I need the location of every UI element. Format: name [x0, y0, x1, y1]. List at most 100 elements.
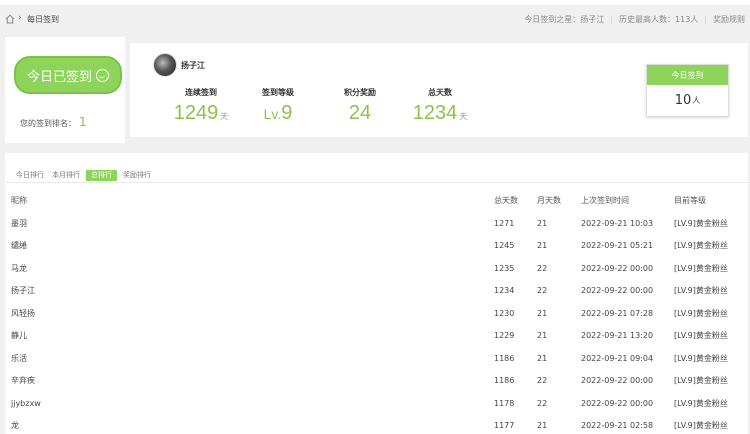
row-nickname[interactable]: 扬子江 [5, 280, 494, 303]
user-stats-panel: 扬子江 连续签到 1249 天 签到等级 Lv.9 积分奖励 24 总天数 123… [130, 43, 748, 137]
row-level: [LV.9]黄金粉丝 [674, 241, 728, 251]
row-month-days: 22 [537, 263, 548, 273]
column-header-total-days: 总天数 [494, 196, 518, 205]
row-nickname[interactable]: 缱绻 [5, 235, 494, 258]
row-level: [LV.9]黄金粉丝 [674, 308, 728, 318]
row-month-days: 21 [537, 308, 548, 318]
table-row: 马龙 1235 22 2022-09-22 00:00 [LV.9]黄金粉丝 [5, 257, 748, 280]
row-total-days: 1178 [494, 398, 515, 408]
signed-button[interactable]: 今日已签到 [14, 56, 122, 94]
breadcrumb-separator-icon: › [18, 13, 22, 23]
stat-value: 1234 天 [410, 102, 470, 125]
breadcrumb-info: 今日签到之星：扬子江 | 历史最高人数：113人 | 奖励规则 [524, 14, 745, 25]
stat-label: 总天数 [428, 88, 452, 97]
row-month-days: 21 [537, 421, 548, 431]
stat-level: 签到等级 Lv.9 [253, 87, 303, 125]
row-total-days: 1229 [494, 331, 515, 341]
divider: | [610, 15, 614, 24]
row-total-days: 1235 [494, 263, 515, 273]
row-last-sign: 2022-09-21 09:04 [581, 353, 654, 363]
row-month-days: 21 [537, 353, 548, 363]
row-month-days: 21 [537, 218, 548, 228]
stat-level-prefix: Lv. [263, 106, 282, 122]
row-last-sign: 2022-09-22 00:00 [581, 263, 654, 273]
divider: | [704, 15, 707, 24]
tab-divider [5, 182, 748, 183]
breadcrumb-title[interactable]: 每日签到 [27, 14, 59, 25]
row-last-sign: 2022-09-21 10:03 [581, 218, 654, 228]
row-last-sign: 2022-09-21 02:58 [581, 421, 654, 431]
row-total-days: 1177 [494, 421, 515, 431]
today-sign-count: 10 人 [647, 85, 728, 116]
row-total-days: 1186 [494, 353, 515, 363]
row-nickname[interactable]: 风轻扬 [5, 302, 494, 325]
table-row: 龙 1177 21 2022-09-21 02:58 [LV.9]黄金粉丝 [5, 415, 748, 434]
top-bar [0, 0, 750, 5]
sign-panel: 今日已签到 您的签到排名： 1 [5, 37, 125, 143]
stat-label: 签到等级 [262, 88, 294, 97]
stat-number: 9 [281, 102, 293, 124]
table-row: 辛弃疾 1186 22 2022-09-22 00:00 [LV.9]黄金粉丝 [5, 370, 748, 393]
row-nickname[interactable]: 静儿 [5, 325, 494, 348]
sign-rank: 您的签到排名： 1 [20, 115, 87, 129]
tab-today[interactable]: 今日排行 [14, 170, 46, 181]
breadcrumb: › 每日签到 今日签到之星：扬子江 | 历史最高人数：113人 | 奖励规则 [0, 7, 750, 31]
signed-button-label: 今日已签到 [26, 69, 92, 85]
row-nickname[interactable]: 马龙 [5, 257, 494, 280]
user-name[interactable]: 扬子江 [181, 60, 205, 71]
today-sign-unit: 人 [692, 96, 701, 105]
row-level: [LV.9]黄金粉丝 [674, 421, 728, 431]
row-month-days: 21 [537, 331, 548, 341]
row-month-days: 22 [537, 376, 548, 386]
row-level: [LV.9]黄金粉丝 [674, 286, 728, 296]
row-total-days: 1234 [494, 286, 515, 296]
stat-unit: 天 [459, 112, 468, 121]
table-row: 静儿 1229 21 2022-09-21 13:20 [LV.9]黄金粉丝 [5, 325, 748, 348]
stat-number: 1249 [173, 102, 219, 124]
row-level: [LV.9]黄金粉丝 [674, 398, 728, 408]
rules-link[interactable]: 奖励规则 [713, 15, 745, 24]
row-level: [LV.9]黄金粉丝 [674, 263, 728, 273]
table-row: 缱绻 1245 21 2022-09-21 05:21 [LV.9]黄金粉丝 [5, 235, 748, 258]
row-last-sign: 2022-09-22 00:00 [581, 286, 654, 296]
row-nickname[interactable]: 乐活 [5, 347, 494, 370]
smile-icon [96, 68, 109, 82]
row-total-days: 1186 [494, 376, 515, 386]
stat-points: 积分奖励 24 [335, 87, 385, 125]
row-level: [LV.9]黄金粉丝 [674, 353, 728, 363]
stat-value: 24 [348, 102, 372, 124]
row-level: [LV.9]黄金粉丝 [674, 376, 728, 386]
table-row: 乐活 1186 21 2022-09-21 09:04 [LV.9]黄金粉丝 [5, 347, 748, 370]
sign-rank-value: 1 [79, 115, 87, 129]
tab-month[interactable]: 本月排行 [50, 170, 82, 181]
home-icon[interactable] [5, 14, 15, 24]
stat-value: 1249 天 [170, 102, 232, 125]
ranking-tabs: 今日排行 本月排行 总排行 奖励排行 [14, 170, 153, 182]
row-last-sign: 2022-09-21 13:20 [581, 331, 654, 341]
avatar[interactable] [153, 53, 177, 77]
row-nickname[interactable]: 墨羽 [5, 212, 494, 235]
table-row: 风轻扬 1230 21 2022-09-21 07:28 [LV.9]黄金粉丝 [5, 302, 748, 325]
sign-rank-label: 您的签到排名： [20, 119, 76, 128]
column-header-level: 目前等级 [674, 196, 706, 205]
stat-unit: 天 [220, 112, 229, 121]
today-sign-title: 今日签到 [647, 65, 728, 85]
table-row: jjybzxw 1178 22 2022-09-22 00:00 [LV.9]黄金粉丝 [5, 392, 748, 415]
row-total-days: 1271 [494, 218, 515, 228]
stat-value: Lv.9 [253, 102, 303, 125]
row-nickname[interactable]: jjybzxw [5, 392, 494, 415]
stat-consecutive: 连续签到 1249 天 [170, 87, 232, 125]
row-nickname[interactable]: 龙 [5, 415, 494, 434]
row-last-sign: 2022-09-21 07:28 [581, 308, 654, 318]
today-sign-card: 今日签到 10 人 [646, 64, 729, 117]
row-level: [LV.9]黄金粉丝 [674, 218, 728, 228]
today-sign-number: 10 [674, 93, 692, 108]
ranking-table: 昵称 总天数 月天数 上次签到时间 目前等级 墨羽 1271 21 2022-09-2… [5, 189, 748, 434]
tab-total[interactable]: 总排行 [86, 170, 117, 181]
row-nickname[interactable]: 辛弃疾 [5, 370, 494, 393]
row-last-sign: 2022-09-22 00:00 [581, 376, 654, 386]
row-last-sign: 2022-09-21 05:21 [581, 241, 654, 251]
record-label: 历史最高人数：113人 [619, 15, 699, 24]
tab-reward[interactable]: 奖励排行 [121, 170, 153, 181]
row-total-days: 1230 [494, 308, 515, 318]
